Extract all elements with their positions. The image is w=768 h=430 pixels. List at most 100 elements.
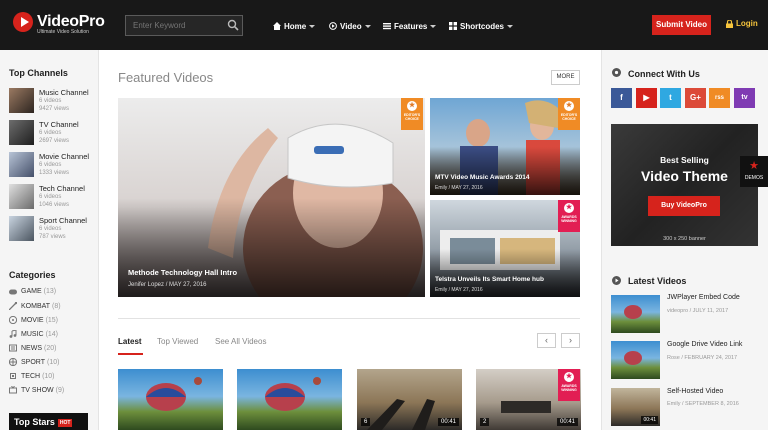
category-name: GAME <box>21 288 42 295</box>
featured-video-small[interactable]: EDITOR'S CHOICE MTV Video Music Awards 2… <box>430 98 580 195</box>
facebook-icon[interactable]: f <box>611 88 632 108</box>
channel-name[interactable]: Music Channel <box>39 88 89 97</box>
ad-banner[interactable]: Best Selling Video Theme Buy VideoPro 30… <box>611 124 758 246</box>
channel-item[interactable]: Movie Channel 6 videos 1333 views <box>9 152 94 178</box>
login-link[interactable]: Login <box>726 19 758 28</box>
featured-video-title[interactable]: Telstra Unveils Its Smart Home hub <box>435 276 544 283</box>
channel-thumbnail[interactable] <box>9 120 34 145</box>
site-logo[interactable]: VideoPro Ultimate Video Solution <box>13 12 105 35</box>
category-item[interactable]: SPORT (10) <box>9 358 59 366</box>
featured-video-small[interactable]: AWARDS WINNING Telstra Unveils Its Smart… <box>430 200 580 297</box>
list-icon <box>383 23 391 30</box>
latest-video-title[interactable]: JWPlayer Embed Code <box>667 294 740 301</box>
category-item[interactable]: MUSIC (14) <box>9 330 58 338</box>
nav-features[interactable]: Features <box>383 19 437 33</box>
category-item[interactable]: KOMBAT (8) <box>9 302 61 310</box>
category-item[interactable]: GAME (13) <box>9 288 56 295</box>
hot-air-balloon-image <box>265 377 321 411</box>
active-tab-indicator <box>118 353 143 355</box>
channel-name[interactable]: Movie Channel <box>39 152 89 161</box>
category-name: MUSIC <box>21 330 44 338</box>
tab-latest[interactable]: Latest <box>118 337 142 346</box>
category-item[interactable]: NEWS (20) <box>9 344 56 352</box>
youtube-icon[interactable]: ▶ <box>636 88 657 108</box>
channel-thumbnail[interactable] <box>9 184 34 209</box>
connect-icon <box>612 68 621 77</box>
ball-icon <box>9 358 17 366</box>
latest-video-thumbnail[interactable] <box>611 295 660 333</box>
film-icon <box>9 316 17 324</box>
video-count-badge: 6 <box>361 418 371 426</box>
sword-icon <box>9 302 17 310</box>
latest-videos-title: Latest Videos <box>628 276 687 286</box>
demos-button[interactable]: DEMOS <box>740 156 768 187</box>
logo-text: VideoPro <box>37 13 105 30</box>
latest-video-meta: videopro / JULY 11, 2017 <box>667 308 729 314</box>
next-arrow-button[interactable]: › <box>561 333 580 348</box>
video-count-badge: 2 <box>480 418 490 426</box>
video-thumbnail[interactable] <box>237 369 342 430</box>
buy-videopro-button[interactable]: Buy VideoPro <box>648 196 720 216</box>
chevron-down-icon <box>364 24 371 28</box>
editors-choice-badge: EDITOR'S CHOICE <box>558 98 580 130</box>
channel-name[interactable]: Sport Channel <box>39 216 87 225</box>
category-count: (10) <box>47 358 60 366</box>
tab-top-viewed[interactable]: Top Viewed <box>157 337 198 346</box>
latest-video-meta: Emily / SEPTEMBER 8, 2016 <box>667 401 739 407</box>
hot-air-balloon-image <box>624 305 642 319</box>
channel-item[interactable]: Sport Channel 6 videos 787 views <box>9 216 94 242</box>
video-thumbnail[interactable]: 6 00:41 <box>357 369 462 430</box>
nav-video[interactable]: Video <box>329 19 371 33</box>
latest-video-title[interactable]: Google Drive Video Link <box>667 341 742 348</box>
channel-item[interactable]: TV Channel 6 videos 2697 views <box>9 120 94 146</box>
video-thumbnail[interactable]: AWARDS WINNING 2 00:41 <box>476 369 581 430</box>
search-icon[interactable] <box>227 19 239 31</box>
featured-video-title[interactable]: MTV Video Music Awards 2014 <box>435 174 530 181</box>
section-divider <box>118 318 580 319</box>
login-label: Login <box>736 19 758 28</box>
featured-videos-title: Featured Videos <box>118 70 214 85</box>
home-icon <box>273 22 281 30</box>
category-count: (20) <box>44 344 57 352</box>
channel-views: 1333 views <box>39 170 70 176</box>
channel-thumbnail[interactable] <box>9 216 34 241</box>
featured-video-main[interactable]: EDITOR'S CHOICE Methode Technology Hall … <box>118 98 425 297</box>
channel-name[interactable]: TV Channel <box>39 120 79 129</box>
tv-icon <box>9 386 17 394</box>
category-name: TV SHOW <box>21 386 54 394</box>
category-item[interactable]: TECH (10) <box>9 372 55 380</box>
submit-video-button[interactable]: Submit Video <box>652 15 711 35</box>
google-plus-icon[interactable]: G+ <box>685 88 706 108</box>
channel-item[interactable]: Music Channel 6 videos 9427 views <box>9 88 94 114</box>
channel-thumbnail[interactable] <box>9 88 34 113</box>
prev-arrow-button[interactable]: ‹ <box>537 333 556 348</box>
channel-video-count: 6 videos <box>39 194 62 200</box>
rss-icon[interactable]: rss <box>709 88 730 108</box>
music-note-icon <box>9 330 17 338</box>
twitter-icon[interactable]: t <box>660 88 681 108</box>
tab-see-all-videos[interactable]: See All Videos <box>215 337 266 346</box>
category-count: (13) <box>43 288 57 295</box>
channel-thumbnail[interactable] <box>9 152 34 177</box>
channel-name[interactable]: Tech Channel <box>39 184 85 193</box>
search-input[interactable] <box>125 15 243 36</box>
twitch-icon[interactable]: tv <box>734 88 755 108</box>
top-stars-header: Top Stars HOT <box>9 413 88 430</box>
video-duration: 00:41 <box>437 418 459 426</box>
gamepad-icon <box>9 289 17 294</box>
nav-home[interactable]: Home <box>273 19 316 33</box>
channel-item[interactable]: Tech Channel 6 videos 1046 views <box>9 184 94 210</box>
hot-air-balloon-image <box>146 377 202 411</box>
latest-video-thumbnail[interactable]: 00:41 <box>611 388 660 426</box>
featured-video-title[interactable]: Methode Technology Hall Intro <box>128 268 237 277</box>
nav-shortcodes[interactable]: Shortcodes <box>449 19 514 33</box>
latest-video-thumbnail[interactable] <box>611 341 660 379</box>
latest-video-meta: Rose / FEBRUARY 24, 2017 <box>667 355 738 361</box>
play-circle-icon <box>612 276 621 285</box>
latest-video-title[interactable]: Self-Hosted Video <box>667 388 723 395</box>
category-item[interactable]: TV SHOW (9) <box>9 386 64 394</box>
category-count: (9) <box>55 386 65 394</box>
more-button[interactable]: MORE <box>551 70 580 85</box>
category-item[interactable]: MOVIE (15) <box>9 316 58 324</box>
video-thumbnail[interactable] <box>118 369 223 430</box>
